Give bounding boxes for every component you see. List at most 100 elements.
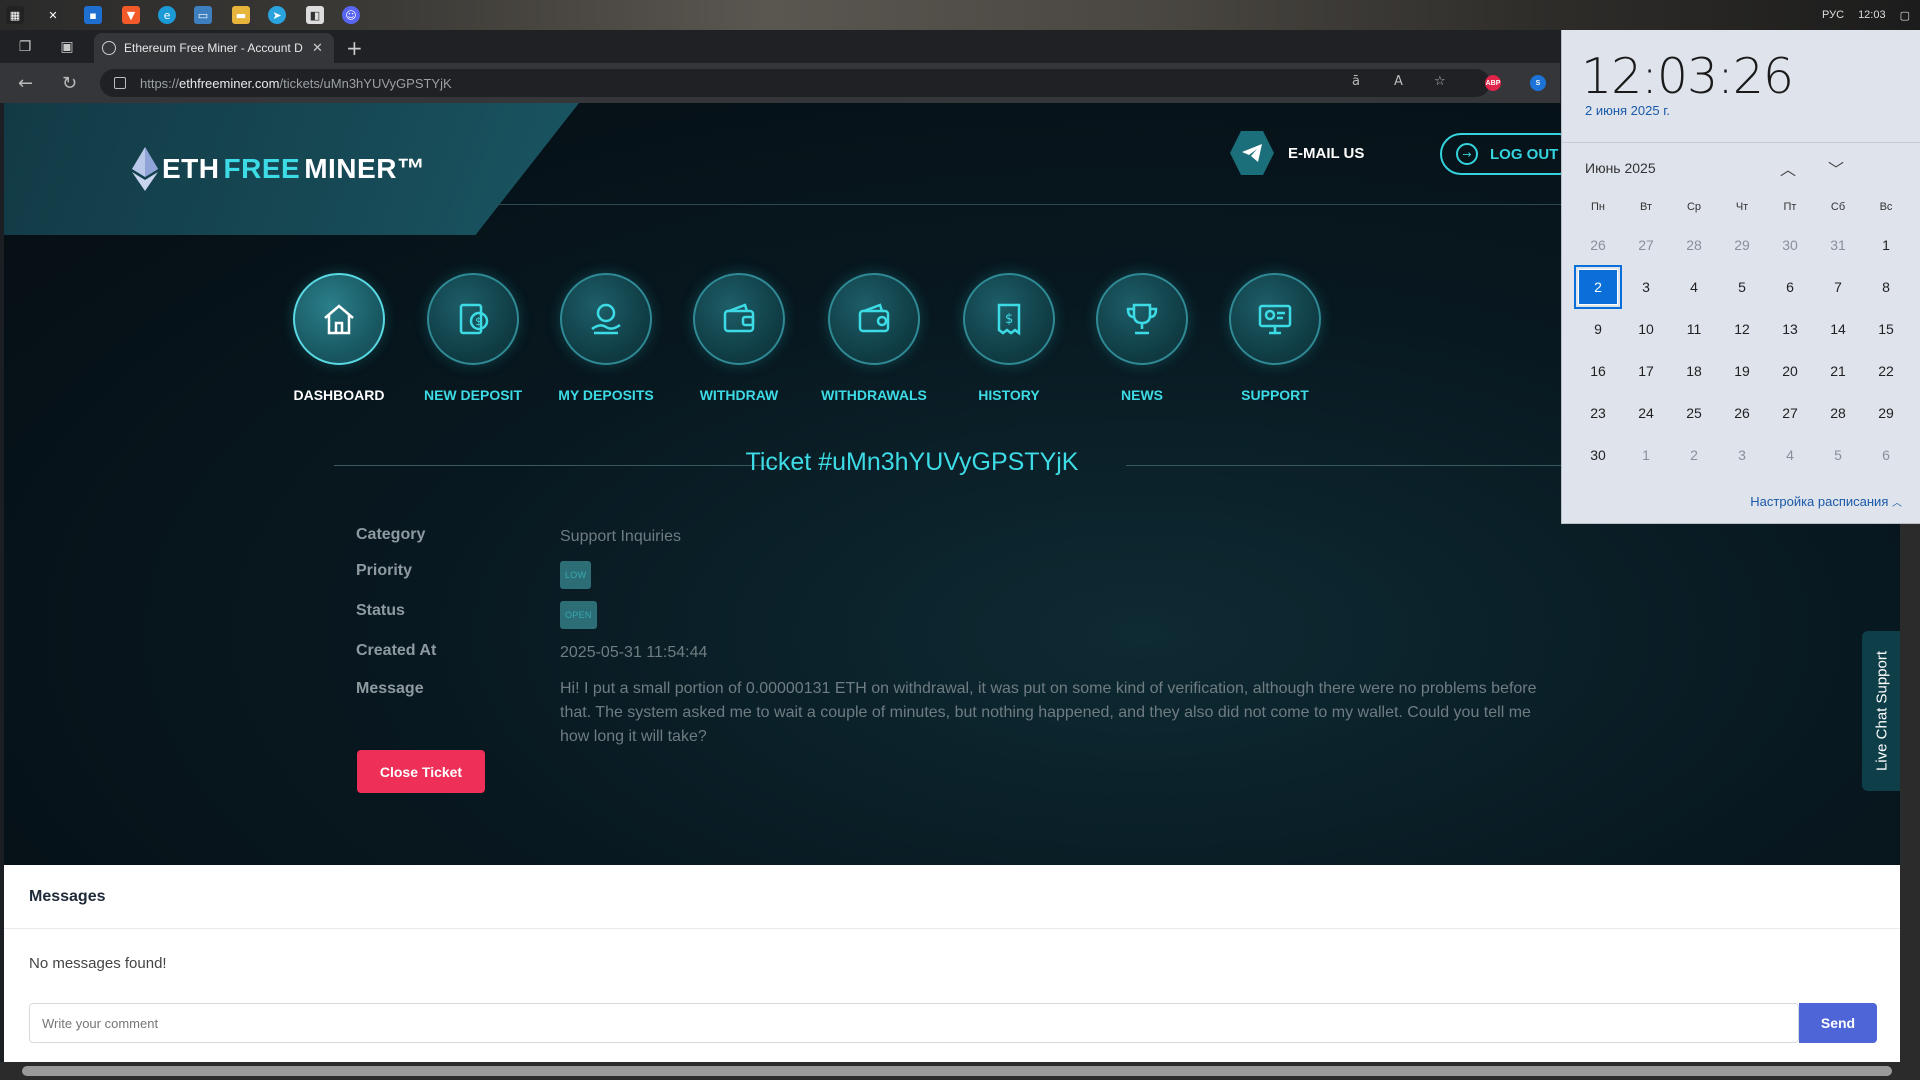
- calendar-day[interactable]: 5: [1718, 266, 1766, 308]
- calendar-day[interactable]: 11: [1670, 308, 1718, 350]
- site-logo[interactable]: ETH FREE MINER™: [132, 147, 425, 191]
- calendar-day[interactable]: 15: [1862, 308, 1910, 350]
- read-aloud-icon[interactable]: A: [1394, 74, 1403, 89]
- date-link[interactable]: 2 июня 2025 г.: [1585, 103, 1670, 118]
- new-tab-icon[interactable]: +: [346, 36, 363, 60]
- calendar-day[interactable]: 29: [1718, 224, 1766, 266]
- home-icon: [293, 273, 385, 365]
- calendar-day[interactable]: 30: [1574, 434, 1622, 476]
- email-us-label: E-MAIL US: [1288, 144, 1365, 162]
- wallet-list-icon: [828, 273, 920, 365]
- edge-icon[interactable]: e: [158, 6, 176, 24]
- coin-hand-icon: [560, 273, 652, 365]
- calendar-day[interactable]: 16: [1574, 350, 1622, 392]
- calendar-day[interactable]: 10: [1622, 308, 1670, 350]
- calendar-day[interactable]: 19: [1718, 350, 1766, 392]
- extension-icon[interactable]: S: [1530, 75, 1546, 91]
- tab-actions-icon[interactable]: ▣: [58, 38, 76, 56]
- back-icon[interactable]: ←: [18, 73, 33, 94]
- lock-icon[interactable]: [114, 77, 126, 89]
- folder-icon[interactable]: ▬: [232, 6, 250, 24]
- discord-icon[interactable]: ☺: [342, 6, 360, 24]
- calendar-day[interactable]: 29: [1862, 392, 1910, 434]
- notification-icon[interactable]: ▢: [1900, 9, 1910, 22]
- calendar-day[interactable]: 2: [1670, 434, 1718, 476]
- chevron-down-icon[interactable]: ﹀: [1828, 156, 1844, 180]
- detail-row-message: Message Hi! I put a small portion of 0.0…: [356, 677, 1556, 749]
- horizontal-scrollbar[interactable]: [0, 1062, 1920, 1080]
- calendar-day[interactable]: 14: [1814, 308, 1862, 350]
- messages-heading: Messages: [4, 865, 1900, 929]
- tray-language[interactable]: РУС: [1822, 9, 1844, 21]
- calendar-day[interactable]: 18: [1670, 350, 1718, 392]
- calendar-day[interactable]: 12: [1718, 308, 1766, 350]
- store-icon[interactable]: ▪: [84, 6, 102, 24]
- nav-support[interactable]: SUPPORT: [1190, 273, 1360, 403]
- calendar-day[interactable]: 6: [1766, 266, 1814, 308]
- address-bar[interactable]: https://ethfreeminer.com/tickets/uMn3hYU…: [100, 69, 1490, 97]
- calendar-day[interactable]: 31: [1814, 224, 1862, 266]
- no-messages-text: No messages found!: [29, 955, 167, 972]
- close-ticket-button[interactable]: Close Ticket: [357, 750, 485, 793]
- translate-icon[interactable]: ā: [1352, 74, 1360, 89]
- calendar-day[interactable]: 1: [1862, 224, 1910, 266]
- calendar-day[interactable]: 9: [1574, 308, 1622, 350]
- calendar-day[interactable]: 4: [1766, 434, 1814, 476]
- calendar-day[interactable]: 21: [1814, 350, 1862, 392]
- send-button[interactable]: Send: [1799, 1003, 1877, 1043]
- calendar-day[interactable]: 4: [1670, 266, 1718, 308]
- telegram-icon[interactable]: ➤: [268, 6, 286, 24]
- calendar-day[interactable]: 23: [1574, 392, 1622, 434]
- category-value: Support Inquiries: [560, 528, 681, 545]
- calendar-day[interactable]: 22: [1862, 350, 1910, 392]
- scrollbar-thumb[interactable]: [22, 1066, 1892, 1076]
- comment-input[interactable]: [29, 1003, 1799, 1043]
- priority-label: Priority: [356, 562, 413, 579]
- calendar-day[interactable]: 6: [1862, 434, 1910, 476]
- logout-button[interactable]: → LOG OUT: [1440, 133, 1580, 175]
- calendar-day[interactable]: 8: [1862, 266, 1910, 308]
- calendar-day[interactable]: 27: [1622, 224, 1670, 266]
- calendar-day[interactable]: 24: [1622, 392, 1670, 434]
- calendar-day[interactable]: 26: [1574, 224, 1622, 266]
- wallet-icon: [693, 273, 785, 365]
- live-chat-tab[interactable]: Live Chat Support: [1862, 631, 1900, 791]
- schedule-settings-link[interactable]: Настройка расписания ︿: [1750, 494, 1902, 509]
- reload-icon[interactable]: ↻: [62, 73, 77, 94]
- tray-clock[interactable]: 12:03: [1858, 9, 1886, 21]
- calendar-day[interactable]: 30: [1766, 224, 1814, 266]
- calendar-day[interactable]: 3: [1622, 266, 1670, 308]
- chevron-up-icon[interactable]: ︿: [1780, 156, 1796, 180]
- calendar-day[interactable]: 26: [1718, 392, 1766, 434]
- calendar-day[interactable]: 5: [1814, 434, 1862, 476]
- calendar-day[interactable]: 17: [1622, 350, 1670, 392]
- favorite-star-icon[interactable]: ☆: [1434, 74, 1446, 89]
- adblock-icon[interactable]: ABP: [1485, 75, 1501, 91]
- windows-icon[interactable]: ▦: [6, 6, 24, 24]
- email-us-button[interactable]: E-MAIL US: [1230, 131, 1364, 175]
- priority-badge: LOW: [560, 561, 592, 589]
- windows-taskbar: ▦ ✕ ▪ ▼ e ▭ ▬ ➤ ◧ ☺ РУС 12:03 ▢: [0, 0, 1920, 30]
- calendar-day[interactable]: 28: [1814, 392, 1862, 434]
- workspaces-icon[interactable]: ❐: [16, 38, 34, 56]
- calendar-day[interactable]: 25: [1670, 392, 1718, 434]
- brave-icon[interactable]: ▼: [122, 6, 140, 24]
- calendar-day[interactable]: 27: [1766, 392, 1814, 434]
- calendar-day[interactable]: 1: [1622, 434, 1670, 476]
- logout-label: LOG OUT: [1490, 145, 1559, 163]
- tab-active[interactable]: Ethereum Free Miner - Account D ✕: [94, 33, 334, 63]
- calendar-day[interactable]: 20: [1766, 350, 1814, 392]
- x-icon[interactable]: ✕: [44, 6, 62, 24]
- browser-toolbar: ← ↻ https://ethfreeminer.com/tickets/uMn…: [0, 63, 1560, 103]
- app-icon[interactable]: ◧: [306, 6, 324, 24]
- month-label[interactable]: Июнь 2025: [1585, 160, 1656, 176]
- monitor-icon[interactable]: ▭: [194, 6, 212, 24]
- close-tab-icon[interactable]: ✕: [312, 41, 323, 56]
- calendar-day[interactable]: 3: [1718, 434, 1766, 476]
- calendar-week-row: 26 27 28 29 30 31 1: [1574, 224, 1911, 266]
- calendar-day[interactable]: 2: [1574, 265, 1622, 309]
- calendar-day[interactable]: 28: [1670, 224, 1718, 266]
- calendar-day[interactable]: 7: [1814, 266, 1862, 308]
- calendar-day[interactable]: 13: [1766, 308, 1814, 350]
- header-divider: [494, 204, 1574, 205]
